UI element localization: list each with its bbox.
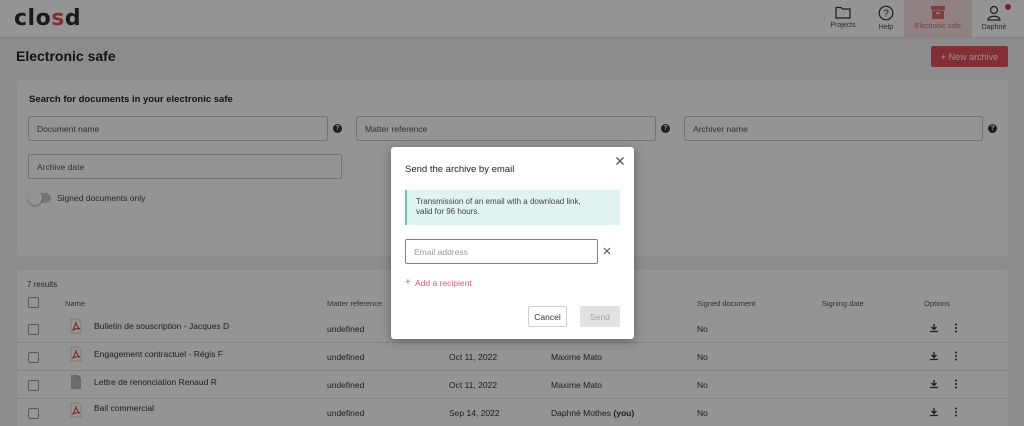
- info-notice: Transmission of an email with a download…: [405, 190, 620, 225]
- email-address-input[interactable]: [405, 239, 598, 264]
- dialog-title: Send the archive by email: [405, 164, 515, 175]
- close-icon[interactable]: [615, 156, 625, 166]
- cancel-button[interactable]: Cancel: [528, 306, 567, 327]
- remove-email-icon[interactable]: [603, 247, 611, 255]
- plus-icon[interactable]: +: [405, 277, 411, 288]
- send-archive-dialog: Send the archive by email Transmission o…: [391, 147, 634, 339]
- info-line-2: valid for 96 hours.: [416, 207, 480, 216]
- send-button[interactable]: Send: [580, 306, 620, 327]
- info-line-1: Transmission of an email with a download…: [416, 197, 581, 206]
- add-recipient-link[interactable]: Add a recipient: [415, 278, 472, 288]
